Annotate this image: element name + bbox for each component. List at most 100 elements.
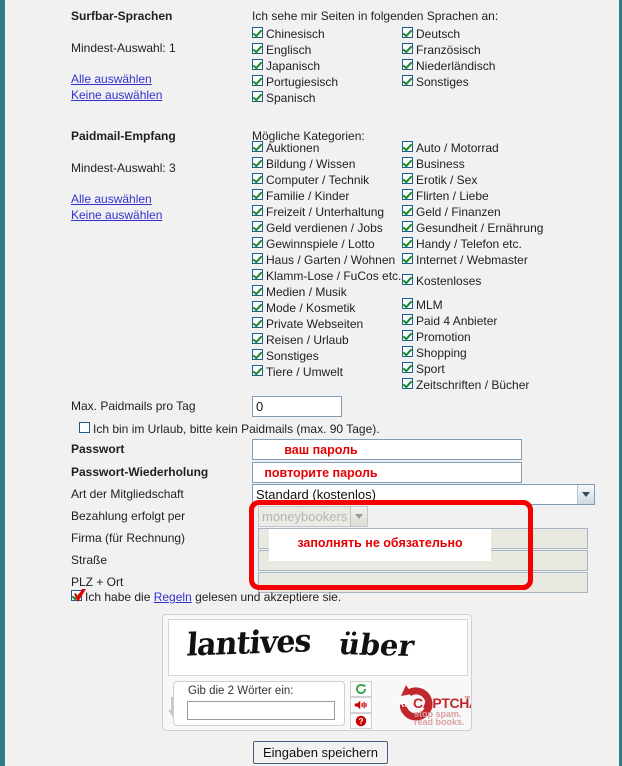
category-checkbox[interactable] bbox=[252, 253, 263, 264]
category-checkbox[interactable] bbox=[402, 298, 413, 309]
language-row[interactable]: Chinesisch bbox=[252, 27, 402, 42]
captcha-help-button[interactable]: ? bbox=[350, 713, 372, 729]
category-row[interactable]: Auto / Motorrad bbox=[402, 141, 602, 156]
language-checkbox[interactable] bbox=[402, 75, 413, 86]
street-input[interactable] bbox=[258, 550, 588, 571]
category-checkbox[interactable] bbox=[402, 362, 413, 373]
membership-select-wrap[interactable]: Standard (kostenlos) bbox=[252, 484, 595, 505]
language-row[interactable]: Deutsch bbox=[402, 27, 592, 42]
category-row[interactable]: Handy / Telefon etc. bbox=[402, 237, 602, 252]
max-paidmails-input[interactable] bbox=[252, 396, 342, 417]
rules-link[interactable]: Regeln bbox=[154, 590, 192, 604]
membership-select[interactable]: Standard (kostenlos) bbox=[252, 484, 595, 505]
category-checkbox[interactable] bbox=[402, 237, 413, 248]
category-checkbox[interactable] bbox=[252, 301, 263, 312]
language-checkbox[interactable] bbox=[252, 75, 263, 86]
language-row[interactable]: Französisch bbox=[402, 43, 592, 58]
language-checkbox[interactable] bbox=[252, 91, 263, 102]
category-checkbox[interactable] bbox=[252, 157, 263, 168]
category-row[interactable]: Tiere / Umwelt bbox=[252, 365, 402, 380]
vacation-checkbox[interactable] bbox=[79, 422, 90, 433]
category-row[interactable]: Haus / Garten / Wohnen bbox=[252, 253, 402, 268]
category-row[interactable]: Medien / Musik bbox=[252, 285, 402, 300]
category-checkbox[interactable] bbox=[252, 365, 263, 376]
category-checkbox[interactable] bbox=[402, 189, 413, 200]
category-checkbox[interactable] bbox=[252, 189, 263, 200]
category-checkbox[interactable] bbox=[252, 205, 263, 216]
language-row[interactable]: Japanisch bbox=[252, 59, 402, 74]
language-checkbox[interactable] bbox=[252, 27, 263, 38]
category-checkbox[interactable] bbox=[252, 285, 263, 296]
vacation-checkbox-row[interactable]: Ich bin im Urlaub, bitte kein Paidmails … bbox=[79, 422, 380, 437]
captcha-input[interactable] bbox=[187, 701, 335, 720]
category-row[interactable]: Computer / Technik bbox=[252, 173, 402, 188]
category-checkbox[interactable] bbox=[252, 221, 263, 232]
category-row[interactable]: Reisen / Urlaub bbox=[252, 333, 402, 348]
category-row[interactable]: Flirten / Liebe bbox=[402, 189, 602, 204]
category-row[interactable]: Business bbox=[402, 157, 602, 172]
category-checkbox[interactable] bbox=[252, 333, 263, 344]
category-checkbox[interactable] bbox=[402, 346, 413, 357]
category-row[interactable]: Sport bbox=[402, 362, 602, 377]
save-button[interactable]: Eingaben speichern bbox=[253, 741, 388, 764]
language-row[interactable]: Spanisch bbox=[252, 91, 402, 106]
category-checkbox[interactable] bbox=[252, 141, 263, 152]
category-checkbox[interactable] bbox=[252, 237, 263, 248]
category-row[interactable]: Internet / Webmaster bbox=[402, 253, 602, 268]
category-row[interactable]: Gesundheit / Ernährung bbox=[402, 221, 602, 236]
company-input[interactable] bbox=[258, 528, 588, 549]
category-checkbox[interactable] bbox=[402, 330, 413, 341]
payment-select[interactable]: moneybookers bbox=[258, 506, 368, 527]
password-input[interactable] bbox=[252, 439, 522, 460]
category-row[interactable]: Sonstiges bbox=[252, 349, 402, 364]
category-row[interactable]: Geld / Finanzen bbox=[402, 205, 602, 220]
category-row[interactable]: Promotion bbox=[402, 330, 602, 345]
category-row[interactable]: Kostenloses bbox=[402, 274, 602, 289]
rules-checkbox[interactable] bbox=[71, 590, 82, 601]
category-row[interactable]: Geld verdienen / Jobs bbox=[252, 221, 402, 236]
category-row[interactable]: Gewinnspiele / Lotto bbox=[252, 237, 402, 252]
category-row[interactable]: Freizeit / Unterhaltung bbox=[252, 205, 402, 220]
category-checkbox[interactable] bbox=[402, 221, 413, 232]
category-row[interactable]: Private Webseiten bbox=[252, 317, 402, 332]
category-checkbox[interactable] bbox=[402, 253, 413, 264]
category-checkbox[interactable] bbox=[252, 173, 263, 184]
paidmail-select-none-link[interactable]: Keine auswählen bbox=[71, 208, 162, 223]
category-checkbox[interactable] bbox=[402, 157, 413, 168]
language-checkbox[interactable] bbox=[252, 59, 263, 70]
category-row[interactable]: MLM bbox=[402, 298, 602, 313]
category-checkbox[interactable] bbox=[402, 314, 413, 325]
category-row[interactable]: Shopping bbox=[402, 346, 602, 361]
category-row[interactable]: Paid 4 Anbieter bbox=[402, 314, 602, 329]
category-row[interactable]: Bildung / Wissen bbox=[252, 157, 402, 172]
category-checkbox[interactable] bbox=[252, 269, 263, 280]
password-repeat-input[interactable] bbox=[252, 462, 522, 483]
category-row[interactable]: Zeitschriften / Bücher bbox=[402, 378, 602, 393]
language-row[interactable]: Portugiesisch bbox=[252, 75, 402, 90]
payment-select-wrap[interactable]: moneybookers bbox=[258, 506, 368, 527]
language-row[interactable]: Niederländisch bbox=[402, 59, 592, 74]
category-row[interactable]: Erotik / Sex bbox=[402, 173, 602, 188]
language-checkbox[interactable] bbox=[402, 43, 413, 54]
paidmail-select-all-link[interactable]: Alle auswählen bbox=[71, 192, 152, 207]
category-checkbox[interactable] bbox=[402, 274, 413, 285]
category-checkbox[interactable] bbox=[252, 317, 263, 328]
category-checkbox[interactable] bbox=[252, 349, 263, 360]
category-checkbox[interactable] bbox=[402, 378, 413, 389]
category-row[interactable]: Familie / Kinder bbox=[252, 189, 402, 204]
category-row[interactable]: Klamm-Lose / FuCos etc. bbox=[252, 269, 402, 284]
captcha-audio-button[interactable] bbox=[350, 697, 372, 713]
category-checkbox[interactable] bbox=[402, 173, 413, 184]
language-checkbox[interactable] bbox=[252, 43, 263, 54]
language-checkbox[interactable] bbox=[402, 27, 413, 38]
category-row[interactable]: Auktionen bbox=[252, 141, 402, 156]
category-checkbox[interactable] bbox=[402, 141, 413, 152]
language-row[interactable]: Sonstiges bbox=[402, 75, 592, 90]
category-checkbox[interactable] bbox=[402, 205, 413, 216]
category-row[interactable]: Mode / Kosmetik bbox=[252, 301, 402, 316]
language-row[interactable]: Englisch bbox=[252, 43, 402, 58]
rules-checkbox-row[interactable]: Ich habe die Regeln gelesen und akzeptie… bbox=[71, 590, 341, 605]
captcha-refresh-button[interactable] bbox=[350, 681, 372, 697]
surfbar-select-all-link[interactable]: Alle auswählen bbox=[71, 72, 152, 87]
language-checkbox[interactable] bbox=[402, 59, 413, 70]
